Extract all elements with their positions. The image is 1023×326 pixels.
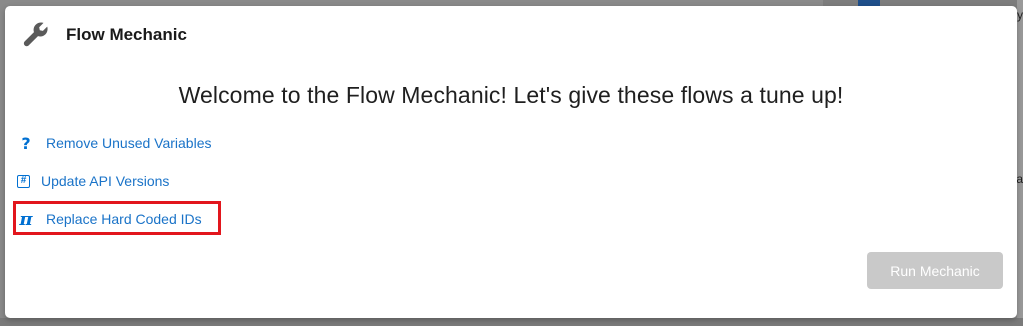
background-text: y <box>1017 8 1023 22</box>
wrench-icon <box>23 22 48 47</box>
welcome-message: Welcome to the Flow Mechanic! Let's give… <box>178 82 844 108</box>
modal-header: Flow Mechanic <box>5 6 1017 66</box>
flow-mechanic-modal: Flow Mechanic Welcome to the Flow Mechan… <box>5 6 1017 318</box>
option-update-api-versions[interactable]: # Update API Versions <box>17 170 169 192</box>
background-page-edge <box>1017 0 1023 326</box>
question-icon: ? <box>21 133 31 153</box>
pi-icon: π <box>19 208 33 230</box>
run-mechanic-button[interactable]: Run Mechanic <box>867 252 1003 289</box>
option-label[interactable]: Replace Hard Coded IDs <box>46 211 202 227</box>
background-text: a <box>1016 172 1023 186</box>
option-label[interactable]: Update API Versions <box>41 173 169 189</box>
background-page-bottom <box>0 318 1023 326</box>
option-remove-unused-variables[interactable]: ? Remove Unused Variables <box>17 132 212 154</box>
option-label[interactable]: Remove Unused Variables <box>46 135 212 151</box>
hash-icon: # <box>17 174 30 188</box>
option-replace-hard-coded-ids[interactable]: π Replace Hard Coded IDs <box>17 208 202 230</box>
modal-title: Flow Mechanic <box>66 25 187 44</box>
